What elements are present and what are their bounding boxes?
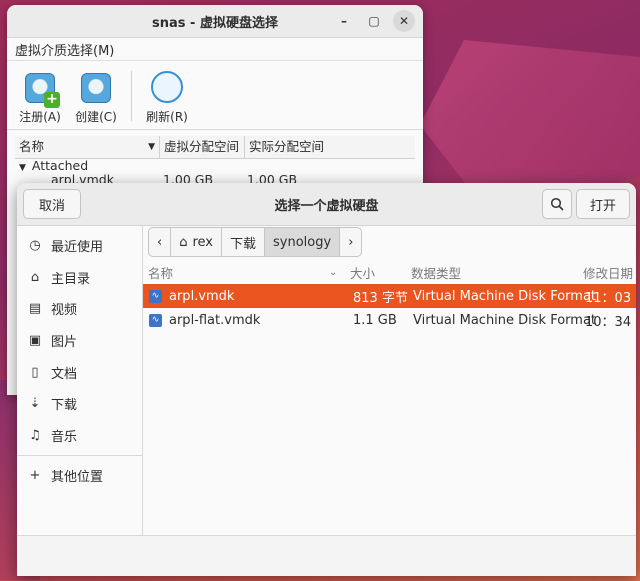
menubar: 虚拟介质选择(M)	[7, 38, 423, 61]
minimize-button[interactable]: –	[333, 10, 355, 32]
plus-icon: +	[29, 468, 41, 484]
register-button[interactable]: 注册(A)	[15, 73, 65, 125]
table-header: 名称 ▼ 虚拟分配空间 实际分配空间	[15, 136, 415, 159]
create-label: 创建(C)	[75, 110, 117, 124]
file-chooser-dialog: 取消 选择一个虚拟硬盘 打开 ◷ 最近使用 ⌂ 主目录 ▤ 视频 ▣ 图片 ▯ 文档 ⇣ 下…	[17, 183, 636, 576]
clock-icon: ◷	[29, 238, 41, 254]
music-icon: ♫	[29, 427, 41, 443]
file-browser: ‹ ⌂ rex 下载 synology › 名称 ⌄ 大小 数据类型 修改日期 ∿…	[143, 226, 636, 576]
file-name: arpl.vmdk	[169, 288, 235, 304]
home-icon: ⌂	[30, 269, 40, 285]
sidebar-item-label: 图片	[51, 335, 78, 351]
column-actual[interactable]: 实际分配空间	[245, 136, 409, 158]
group-row[interactable]: ▼ Attached	[15, 158, 415, 174]
column-name-label: 名称	[19, 139, 45, 154]
document-icon: ▯	[31, 364, 39, 380]
file-type: Virtual Machine Disk Format	[413, 312, 597, 328]
expand-icon: ▼	[19, 163, 26, 173]
sidebar-item-home[interactable]: ⌂ 主目录	[17, 262, 142, 294]
sidebar-item-label: 主目录	[51, 271, 91, 287]
image-icon: ▣	[28, 333, 42, 349]
group-label: Attached	[31, 158, 89, 173]
chevron-right-icon: ›	[348, 234, 354, 250]
file-row[interactable]: ∿ arpl-flat.vmdk 1.1 GB Virtual Machine …	[143, 308, 636, 332]
path-label: rex	[192, 234, 213, 250]
column-size[interactable]: 大小	[350, 263, 375, 282]
file-date: 10：34	[585, 314, 632, 330]
refresh-label: 刷新(R)	[146, 110, 188, 124]
chevron-left-icon: ‹	[157, 234, 163, 250]
file-date: 11：03	[585, 290, 632, 306]
breadcrumb: ‹ ⌂ rex 下载 synology ›	[148, 227, 363, 257]
search-icon	[550, 197, 564, 211]
sidebar-item-downloads[interactable]: ⇣ 下载	[17, 388, 142, 420]
window-titlebar: snas - 虚拟硬盘选择 – ▢ ✕	[7, 5, 423, 38]
dialog-title: 选择一个虚拟硬盘	[274, 198, 379, 214]
search-button[interactable]	[542, 189, 572, 219]
path-item-rex[interactable]: ⌂ rex	[171, 228, 222, 256]
path-item-synology[interactable]: synology	[265, 228, 341, 256]
file-type: Virtual Machine Disk Format	[413, 288, 597, 304]
sidebar-divider	[17, 455, 142, 457]
file-name: arpl-flat.vmdk	[169, 312, 261, 328]
close-button[interactable]: ✕	[393, 10, 415, 32]
column-virtual[interactable]: 虚拟分配空间	[160, 136, 245, 158]
file-icon: ∿	[149, 313, 162, 327]
sidebar-item-label: 音乐	[51, 429, 78, 445]
sidebar-item-label: 下载	[51, 398, 78, 414]
sidebar-item-label: 其他位置	[51, 470, 104, 486]
path-back-button[interactable]: ‹	[149, 228, 172, 256]
column-name[interactable]: 名称 ▼	[15, 136, 160, 158]
sort-down-icon: ▼	[148, 142, 155, 152]
path-forward-button[interactable]: ›	[340, 228, 361, 256]
places-sidebar: ◷ 最近使用 ⌂ 主目录 ▤ 视频 ▣ 图片 ▯ 文档 ⇣ 下载 ♫ 音乐 + 其他位置	[17, 226, 143, 576]
media-table: 名称 ▼ 虚拟分配空间 实际分配空间 ▼ Attached arpl.vmdk 1…	[7, 136, 423, 187]
sidebar-item-label: 视频	[51, 303, 78, 319]
maximize-button[interactable]: ▢	[363, 10, 385, 32]
create-disk-icon	[81, 73, 111, 103]
sidebar-item-documents[interactable]: ▯ 文档	[17, 356, 142, 388]
sidebar-item-other-locations[interactable]: + 其他位置	[17, 460, 142, 492]
open-button[interactable]: 打开	[576, 189, 630, 219]
file-size: 1.1 GB	[353, 312, 397, 328]
file-list-header: 名称 ⌄ 大小 数据类型 修改日期	[143, 260, 636, 284]
download-icon: ⇣	[29, 396, 41, 412]
sidebar-item-label: 最近使用	[51, 240, 104, 256]
sidebar-item-recent[interactable]: ◷ 最近使用	[17, 230, 142, 262]
toolbar: 注册(A) 创建(C) 刷新(R)	[7, 61, 423, 130]
window-title: snas - 虚拟硬盘选择	[152, 15, 278, 31]
toolbar-separator	[131, 71, 132, 121]
video-icon: ▤	[28, 301, 42, 317]
file-icon: ∿	[149, 289, 162, 303]
menu-media-select[interactable]: 虚拟介质选择(M)	[15, 40, 114, 59]
refresh-button[interactable]: 刷新(R)	[142, 71, 192, 125]
home-icon: ⌂	[179, 234, 188, 250]
sidebar-item-videos[interactable]: ▤ 视频	[17, 293, 142, 325]
cancel-button[interactable]: 取消	[23, 189, 81, 219]
dialog-footer	[17, 535, 636, 576]
register-label: 注册(A)	[19, 110, 61, 124]
register-disk-icon	[25, 73, 60, 108]
sidebar-item-music[interactable]: ♫ 音乐	[17, 420, 142, 452]
column-name[interactable]: 名称	[148, 263, 173, 282]
create-button[interactable]: 创建(C)	[71, 73, 121, 125]
sidebar-item-pictures[interactable]: ▣ 图片	[17, 325, 142, 357]
file-row[interactable]: ∿ arpl.vmdk 813 字节 Virtual Machine Disk …	[143, 284, 636, 308]
chevron-down-icon: ⌄	[329, 266, 338, 278]
column-date[interactable]: 修改日期	[583, 263, 633, 282]
refresh-icon	[151, 71, 183, 103]
column-type[interactable]: 数据类型	[411, 263, 461, 282]
sidebar-item-label: 文档	[51, 366, 78, 382]
file-size: 813 字节	[353, 290, 408, 306]
dialog-header: 取消 选择一个虚拟硬盘 打开	[17, 183, 636, 226]
path-item-downloads[interactable]: 下载	[222, 228, 266, 256]
